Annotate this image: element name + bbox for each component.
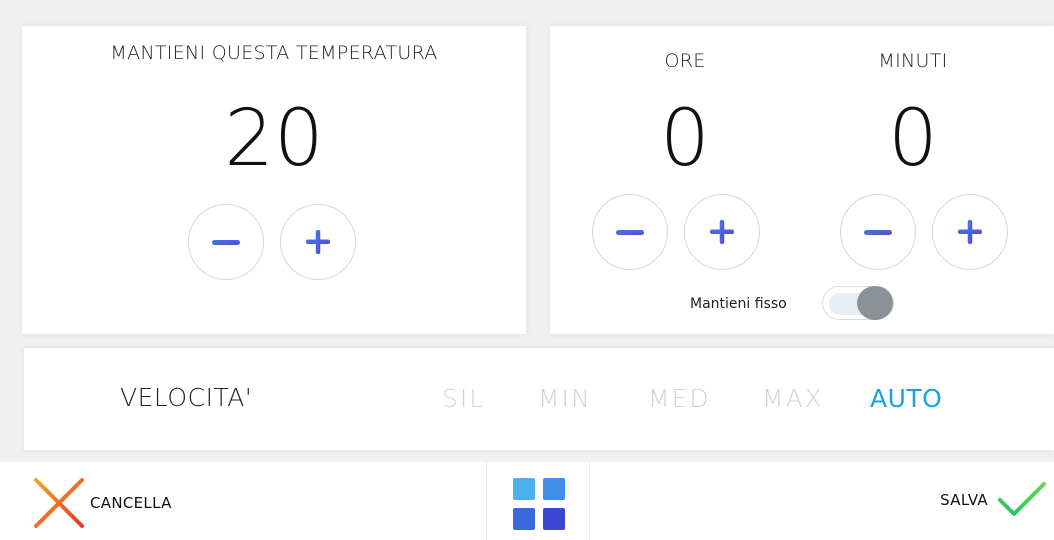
plus-icon (306, 230, 330, 254)
check-icon (998, 482, 1046, 516)
home-button[interactable] (486, 462, 590, 540)
minus-icon (616, 230, 644, 235)
minus-icon (864, 230, 892, 235)
plus-icon (710, 220, 734, 244)
minutes-increase-button[interactable] (932, 194, 1008, 270)
hours-decrease-button[interactable] (592, 194, 668, 270)
speed-option-min[interactable]: MIN (538, 384, 592, 413)
hours-increase-button[interactable] (684, 194, 760, 270)
bottom-bar: CANCELLA SALVA (0, 462, 1054, 540)
hours-title: ORE (664, 50, 706, 72)
cancel-button[interactable]: CANCELLA (32, 476, 172, 530)
temperature-value: 20 (224, 94, 324, 184)
toggle-knob (857, 286, 893, 320)
hours-value: 0 (660, 94, 710, 184)
minus-icon (212, 240, 240, 245)
speed-label: VELOCITA' (120, 383, 253, 412)
minutes-value: 0 (888, 94, 938, 184)
cancel-label: CANCELLA (90, 494, 172, 512)
minutes-decrease-button[interactable] (840, 194, 916, 270)
temperature-increase-button[interactable] (280, 204, 356, 280)
temperature-title: MANTIENI QUESTA TEMPERATURA (110, 42, 438, 64)
keep-fixed-label: Mantieni fisso (690, 296, 787, 312)
speed-option-max[interactable]: MAX (762, 384, 824, 413)
speed-panel: VELOCITA' SIL MIN MED MAX AUTO (24, 348, 1054, 450)
keep-fixed-toggle[interactable] (822, 286, 894, 320)
timer-panel: ORE 0 MINUTI 0 Mantieni fisso (550, 26, 1054, 334)
minutes-title: MINUTI (878, 50, 948, 72)
plus-icon (958, 220, 982, 244)
temperature-panel: MANTIENI QUESTA TEMPERATURA 20 (22, 26, 526, 334)
speed-option-sil[interactable]: SIL (442, 384, 485, 413)
save-label: SALVA (940, 491, 988, 509)
temperature-decrease-button[interactable] (188, 204, 264, 280)
speed-option-med[interactable]: MED (648, 384, 711, 413)
close-icon (34, 478, 84, 528)
speed-option-auto[interactable]: AUTO (870, 384, 942, 413)
save-button[interactable]: SALVA (940, 480, 1048, 520)
